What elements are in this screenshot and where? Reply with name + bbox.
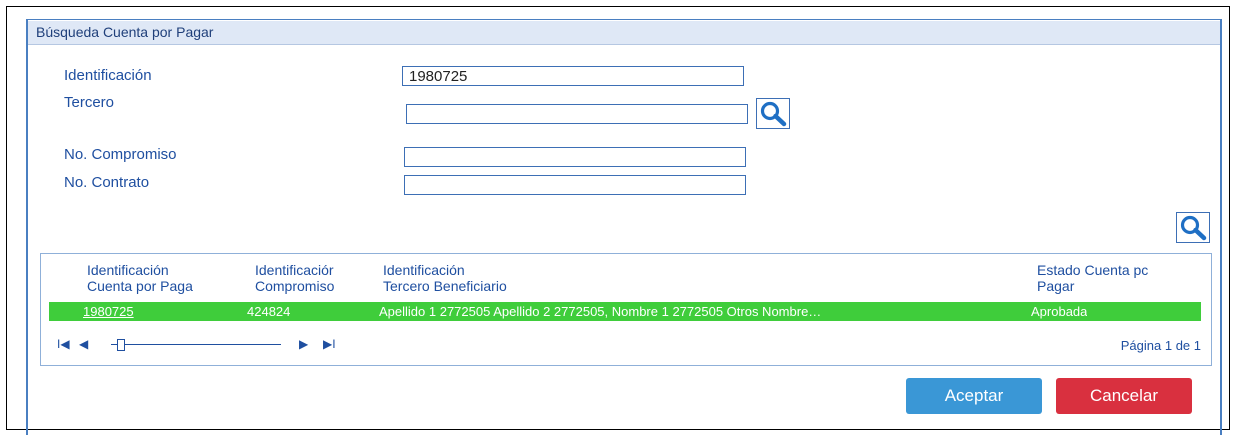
last-page-icon[interactable]: ▶I: [323, 337, 336, 351]
header-compromiso-line2: Compromiso: [255, 278, 335, 294]
page-slider-thumb[interactable]: [117, 339, 125, 351]
compromiso-input[interactable]: [404, 147, 746, 167]
tercero-label: Tercero: [64, 94, 115, 111]
tercero-search-button[interactable]: [756, 98, 790, 129]
header-cuenta-line2: Cuenta por Paga: [87, 278, 193, 294]
contrato-input[interactable]: [404, 175, 746, 195]
identificacion-input[interactable]: [402, 66, 744, 86]
header-compromiso-line1: Identificaciór: [255, 262, 334, 278]
page-indicator: Página 1 de 1: [1120, 338, 1201, 353]
dialog-title: Búsqueda Cuenta por Pagar: [36, 24, 214, 40]
header-estado-line1: Estado Cuenta pc: [1037, 262, 1149, 278]
pager: I◀ ◀ ▶ ▶I Página 1 de 1: [49, 336, 1201, 356]
dialog-title-bar: Búsqueda Cuenta por Pagar: [28, 21, 1220, 45]
accept-button[interactable]: Aceptar: [906, 378, 1042, 414]
header-tercero-line1: Identificación: [383, 262, 465, 278]
prev-page-icon[interactable]: ◀: [79, 337, 88, 351]
cell-tercero: Apellido 1 2772505 Apellido 2 2772505, N…: [379, 304, 822, 319]
header-cuenta[interactable]: Identificación Cuenta por Paga: [87, 262, 237, 294]
tercero-input[interactable]: [406, 104, 748, 124]
header-tercero[interactable]: Identificación Tercero Beneficiario: [383, 262, 683, 294]
search-icon: [1180, 215, 1207, 241]
header-estado[interactable]: Estado Cuenta pc Pagar: [1037, 262, 1205, 294]
page-slider-track[interactable]: [111, 344, 281, 345]
cell-estado: Aprobada: [1031, 304, 1088, 319]
header-compromiso[interactable]: Identificaciór Compromiso: [255, 262, 373, 294]
cancel-button[interactable]: Cancelar: [1056, 378, 1192, 414]
next-page-icon[interactable]: ▶: [299, 337, 308, 351]
header-cuenta-line1: Identificación: [87, 262, 169, 278]
header-tercero-line2: Tercero Beneficiario: [383, 278, 507, 294]
identificacion-label: Identificación: [64, 67, 152, 84]
contrato-label: No. Contrato: [64, 174, 150, 191]
header-estado-line2: Pagar: [1037, 278, 1075, 294]
search-icon: [760, 101, 787, 127]
table-row[interactable]: 1980725 424824 Apellido 1 2772505 Apelli…: [49, 302, 1201, 321]
cell-compromiso: 424824: [247, 304, 291, 319]
compromiso-label: No. Compromiso: [64, 146, 177, 163]
results-grid: Identificación Cuenta por Paga Identific…: [40, 253, 1212, 366]
first-page-icon[interactable]: I◀: [57, 337, 70, 351]
search-button[interactable]: [1176, 212, 1210, 243]
cell-cuenta-link[interactable]: 1980725: [83, 304, 134, 319]
